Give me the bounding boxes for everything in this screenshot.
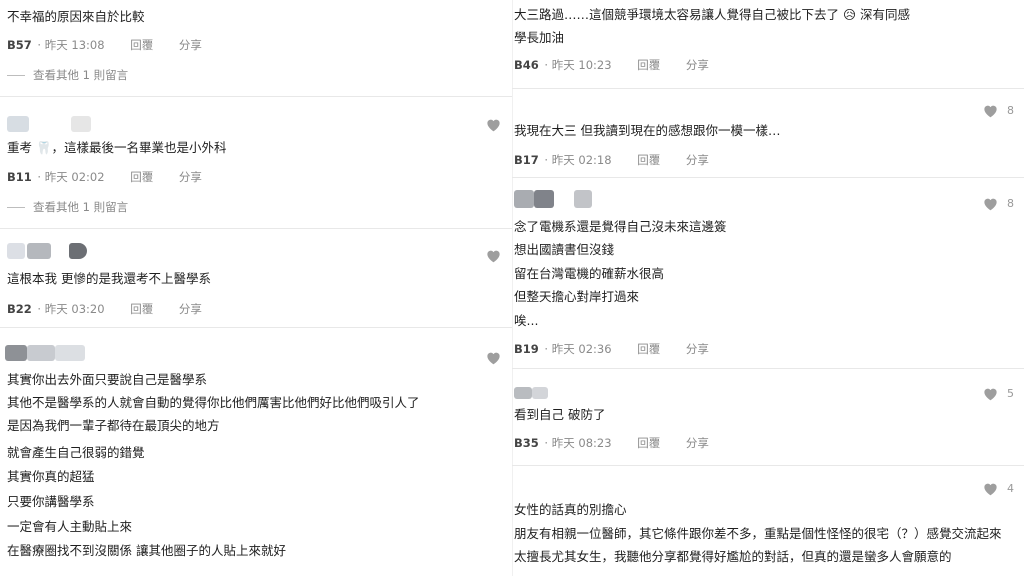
like-button[interactable]: 5 (982, 386, 1014, 401)
reply-button[interactable]: 回覆 (130, 170, 153, 184)
comment-text: 只要你講醫學系 (7, 494, 95, 509)
floor-number: B35 (514, 436, 539, 450)
comment-time: 昨天 02:18 (551, 153, 612, 167)
comment-meta: B46 · 昨天 10:23 回覆 分享 (514, 58, 709, 72)
share-button[interactable]: 分享 (686, 436, 709, 450)
comment-time: 昨天 02:36 (551, 342, 612, 356)
like-button[interactable]: 8 (982, 196, 1014, 211)
comment-text: 女性的話真的別擔心 (514, 502, 627, 517)
view-more-label: 查看其他 1 則留言 (33, 200, 129, 214)
comment-text: 我現在大三 但我讀到現在的感想跟你一模一樣… (514, 123, 781, 138)
share-button[interactable]: 分享 (179, 302, 202, 316)
floor-number: B19 (514, 342, 539, 356)
comment-time: 昨天 13:08 (44, 38, 105, 52)
comment-text: 一定會有人主動貼上來 (7, 519, 133, 534)
comment-text: 其他不是醫學系的人就會自動的覺得你比他們厲害比他們好比他們吸引人了 (7, 395, 420, 410)
share-button[interactable]: 分享 (686, 342, 709, 356)
left-comment-column: 不幸福的原因來自於比較 B57 · 昨天 13:08 回覆 分享 查看其他 1 … (0, 0, 512, 576)
blurred-username (514, 190, 604, 208)
like-count: 5 (1007, 387, 1014, 400)
comment-text: 念了電機系還是覺得自己沒未來這邊簽 (514, 219, 727, 234)
comment-b57: 不幸福的原因來自於比較 B57 · 昨天 13:08 回覆 分享 查看其他 1 … (0, 0, 512, 96)
blurred-username (7, 116, 97, 134)
heart-icon (487, 119, 500, 132)
comment-meta: B57 · 昨天 13:08 回覆 分享 (7, 38, 202, 52)
comment-b22: 這根本我 更慘的是我還考不上醫學系 B22 · 昨天 03:20 回覆 分享 (0, 229, 512, 327)
like-button[interactable]: 4 (982, 481, 1014, 496)
dash-divider (7, 207, 25, 208)
reply-button[interactable]: 回覆 (637, 153, 660, 167)
comment-meta: B19 · 昨天 02:36 回覆 分享 (514, 342, 709, 356)
comment-text: 在醫療圈找不到沒關係 讓其他圈子的人貼上來就好 (7, 543, 286, 558)
comment-text: 其實你真的超猛 (7, 469, 95, 484)
like-button[interactable] (485, 350, 502, 365)
comment-text: 但整天擔心對岸打過來 (514, 289, 640, 304)
comment-meta: B35 · 昨天 08:23 回覆 分享 (514, 436, 709, 450)
comment-b35: 5 看到自己 破防了 B35 · 昨天 08:23 回覆 分享 (512, 369, 1024, 465)
comment-text: 就會產生自己很弱的錯覺 (7, 445, 145, 460)
blurred-username (7, 243, 97, 261)
blurred-username (5, 345, 95, 363)
comment-b17: 8 我現在大三 但我讀到現在的感想跟你一模一樣… B17 · 昨天 02:18 … (512, 89, 1024, 177)
heart-icon (984, 105, 997, 118)
comment-text: 想出國讀書但沒錢 (514, 242, 615, 257)
share-button[interactable]: 分享 (179, 170, 202, 184)
comment-text: 留在台灣電機的確薪水很高 (514, 266, 665, 281)
comment-text: 不幸福的原因來自於比較 (7, 9, 145, 24)
comment-text: 學長加油 (514, 30, 565, 45)
reply-button[interactable]: 回覆 (130, 302, 153, 316)
comment-meta: B17 · 昨天 02:18 回覆 分享 (514, 153, 709, 167)
reply-button[interactable]: 回覆 (130, 38, 153, 52)
reply-button[interactable]: 回覆 (637, 342, 660, 356)
floor-number: B46 (514, 58, 539, 72)
floor-number: B22 (7, 302, 32, 316)
like-count: 8 (1007, 104, 1014, 117)
dash-divider (7, 75, 25, 76)
like-count: 8 (1007, 197, 1014, 210)
reply-button[interactable]: 回覆 (637, 58, 660, 72)
comment-time: 昨天 08:23 (551, 436, 612, 450)
view-more-label: 查看其他 1 則留言 (33, 68, 129, 82)
comment-text: 這根本我 更慘的是我還考不上醫學系 (7, 271, 211, 286)
view-more-replies[interactable]: 查看其他 1 則留言 (7, 200, 128, 214)
heart-icon (487, 352, 500, 365)
comment-time: 昨天 10:23 (551, 58, 612, 72)
right-comment-column: 大三路過……這個競爭環境太容易讓人覺得自己被比下去了 😥 深有同感 學長加油 B… (512, 0, 1024, 576)
comment-text: 太擅長尤其女生，我聽他分享都覺得好尷尬的對話，但真的還是蠻多人會願意的 (514, 549, 952, 564)
floor-number: B11 (7, 170, 32, 184)
like-button[interactable]: 8 (982, 103, 1014, 118)
comment-text: 看到自己 破防了 (514, 407, 606, 422)
share-button[interactable]: 分享 (686, 58, 709, 72)
heart-icon (984, 198, 997, 211)
comment-text: 唉... (514, 313, 539, 328)
like-count: 4 (1007, 482, 1014, 495)
comment-meta: B22 · 昨天 03:20 回覆 分享 (7, 302, 202, 316)
heart-icon (487, 250, 500, 263)
heart-icon (984, 388, 997, 401)
floor-number: B17 (514, 153, 539, 167)
comment-text: 其實你出去外面只要說自己是醫學系 (7, 372, 208, 387)
share-button[interactable]: 分享 (179, 38, 202, 52)
like-button[interactable] (485, 248, 502, 263)
like-button[interactable] (485, 117, 502, 132)
comment-text: 重考 🦷，這樣最後一名畢業也是小外科 (7, 140, 227, 155)
comment-text: 是因為我們一輩子都待在最頂尖的地方 (7, 418, 220, 433)
heart-icon (984, 483, 997, 496)
comment-time: 昨天 03:20 (44, 302, 105, 316)
comment-long-right: 4 女性的話真的別擔心 朋友有相親一位醫師，其它條件跟你差不多，重點是個性怪怪的… (512, 466, 1024, 576)
reply-button[interactable]: 回覆 (637, 436, 660, 450)
comment-meta: B11 · 昨天 02:02 回覆 分享 (7, 170, 202, 184)
blurred-username (514, 387, 604, 405)
view-more-replies[interactable]: 查看其他 1 則留言 (7, 68, 128, 82)
comment-long: 其實你出去外面只要說自己是醫學系 其他不是醫學系的人就會自動的覺得你比他們厲害比… (0, 328, 512, 576)
share-button[interactable]: 分享 (686, 153, 709, 167)
comment-b46: 大三路過……這個競爭環境太容易讓人覺得自己被比下去了 😥 深有同感 學長加油 B… (512, 0, 1024, 88)
comment-time: 昨天 02:02 (44, 170, 105, 184)
comment-b19: 8 念了電機系還是覺得自己沒未來這邊簽 想出國讀書但沒錢 留在台灣電機的確薪水很… (512, 178, 1024, 368)
comment-b11: 重考 🦷，這樣最後一名畢業也是小外科 B11 · 昨天 02:02 回覆 分享 … (0, 97, 512, 228)
comment-text: 朋友有相親一位醫師，其它條件跟你差不多，重點是個性怪怪的很宅（？）感覺交流起來 (514, 526, 1002, 541)
floor-number: B57 (7, 38, 32, 52)
comment-text: 大三路過……這個競爭環境太容易讓人覺得自己被比下去了 😥 深有同感 (514, 7, 910, 22)
